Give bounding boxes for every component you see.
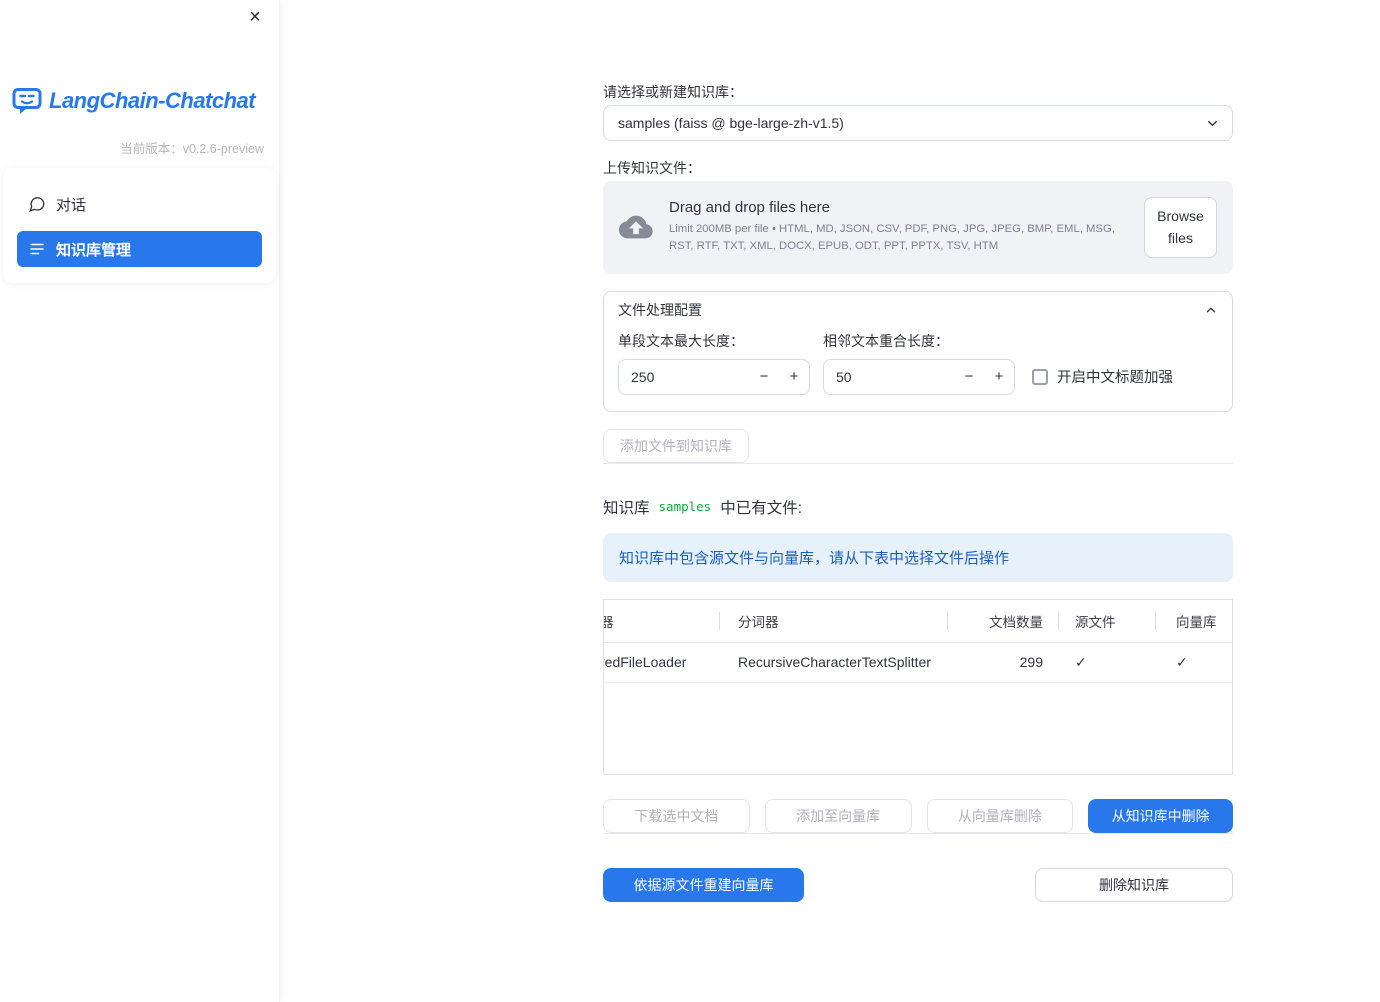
kb-select-label: 请选择或新建知识库：	[603, 84, 743, 100]
sidebar-item-dialogue[interactable]: 对话	[17, 186, 262, 222]
app-logo: LangChain-Chatchat	[12, 87, 256, 115]
files-table: 器 分词器 文档数量 源文件 向量库 redFileLoader Recursi…	[603, 598, 1233, 775]
table-row[interactable]: redFileLoader RecursiveCharacterTextSpli…	[604, 643, 1232, 683]
chunk-size-label: 单段文本最大长度：	[618, 332, 744, 349]
sidebar: × LangChain-Chatchat 当前版本：v0.2.6-preview…	[0, 0, 280, 1002]
app-logo-text: LangChain-Chatchat	[49, 88, 256, 113]
delete-kb-button[interactable]: 删除知识库	[1035, 867, 1233, 902]
info-alert: 知识库中包含源文件与向量库，请从下表中选择文件后操作	[603, 532, 1233, 582]
cloud-upload-icon	[619, 210, 653, 244]
column-header-vector[interactable]: 向量库	[1156, 600, 1232, 642]
expander-title: 文件处理配置	[618, 302, 702, 319]
chunk-size-increment-button[interactable]: +	[779, 360, 809, 394]
kb-select[interactable]: samples (faiss @ bge-large-zh-v1.5)	[603, 105, 1233, 141]
cell-source-check: ✓	[1075, 653, 1087, 670]
chunk-overlap-increment-button[interactable]: +	[984, 360, 1014, 394]
table-header-row: 器 分词器 文档数量 源文件 向量库	[604, 600, 1232, 643]
column-header-source[interactable]: 源文件	[1059, 600, 1156, 642]
chunk-size-decrement-button[interactable]: −	[749, 360, 779, 394]
browse-files-button[interactable]: Browse files	[1144, 197, 1217, 258]
chunk-overlap-input: − +	[823, 358, 1015, 395]
sidebar-menu: 对话 知识库管理	[3, 168, 276, 283]
cell-vector-check: ✓	[1176, 653, 1188, 670]
chevron-up-icon	[1204, 303, 1218, 317]
file-config-expander: 文件处理配置 单段文本最大长度： 相邻文本重合长度： − + − +	[603, 290, 1233, 412]
column-header-splitter[interactable]: 分词器	[720, 600, 948, 642]
sidebar-item-kb-management[interactable]: 知识库管理	[17, 231, 262, 267]
column-header-doc-count[interactable]: 文档数量	[948, 600, 1059, 642]
existing-files-suffix: 中已有文件:	[720, 499, 803, 517]
chunk-size-input: − +	[618, 358, 810, 395]
info-alert-text: 知识库中包含源文件与向量库，请从下表中选择文件后操作	[619, 549, 1010, 567]
list-icon	[28, 240, 46, 258]
chat-logo-icon	[12, 87, 42, 115]
chevron-down-icon	[1205, 116, 1220, 131]
expander-header[interactable]: 文件处理配置	[604, 292, 1232, 329]
sidebar-item-label: 对话	[56, 196, 87, 214]
cell-splitter: RecursiveCharacterTextSplitter	[738, 654, 931, 671]
sidebar-close-button[interactable]: ×	[243, 5, 267, 29]
divider	[603, 832, 1233, 834]
upload-label: 上传知识文件：	[603, 160, 701, 176]
dropzone-hint: Limit 200MB per file • HTML, MD, JSON, C…	[669, 223, 1115, 253]
divider	[603, 462, 1233, 464]
file-dropzone[interactable]: Drag and drop files here Limit 200MB per…	[603, 181, 1233, 274]
chunk-overlap-label: 相邻文本重合长度：	[823, 332, 949, 349]
existing-files-prefix: 知识库	[603, 499, 650, 517]
cell-loader: redFileLoader	[604, 654, 687, 671]
dropzone-title: Drag and drop files here	[669, 199, 830, 217]
sidebar-item-label: 知识库管理	[56, 241, 132, 259]
expander-body: 单段文本最大长度： 相邻文本重合长度： − + − + 开启中文标题加强	[604, 329, 1232, 411]
version-label: 当前版本：v0.2.6-preview	[120, 142, 264, 156]
zh-title-enhance-checkbox[interactable]: 开启中文标题加强	[1032, 366, 1173, 387]
checkbox-label: 开启中文标题加强	[1057, 370, 1173, 387]
dropzone-text: Drag and drop files here Limit 200MB per…	[669, 199, 1128, 255]
download-selected-button[interactable]: 下载选中文档	[603, 798, 750, 833]
chunk-size-field[interactable]	[619, 359, 749, 394]
rebuild-vector-store-button[interactable]: 依据源文件重建向量库	[603, 867, 804, 902]
kb-name-code: samples	[658, 499, 712, 515]
delete-from-kb-button[interactable]: 从知识库中删除	[1088, 798, 1233, 833]
remove-from-vector-store-button[interactable]: 从向量库删除	[926, 798, 1074, 833]
chunk-overlap-field[interactable]	[824, 359, 954, 394]
add-files-to-kb-button[interactable]: 添加文件到知识库	[603, 428, 749, 463]
add-to-vector-store-button[interactable]: 添加至向量库	[764, 798, 912, 833]
chat-bubble-icon	[28, 195, 46, 213]
existing-files-heading: 知识库 samples 中已有文件:	[603, 496, 1233, 518]
kb-footer-actions: 依据源文件重建向量库 删除知识库	[603, 867, 1233, 902]
column-header-loader[interactable]: 器	[604, 600, 720, 642]
main-content: 请选择或新建知识库： samples (faiss @ bge-large-zh…	[603, 0, 1233, 902]
file-action-buttons: 下载选中文档 添加至向量库 从向量库删除 从知识库中删除	[603, 798, 1233, 833]
checkbox-box[interactable]	[1032, 368, 1048, 385]
kb-select-value: samples (faiss @ bge-large-zh-v1.5)	[618, 115, 844, 131]
cell-doc-count: 299	[1019, 654, 1043, 671]
chunk-overlap-decrement-button[interactable]: −	[954, 360, 984, 394]
